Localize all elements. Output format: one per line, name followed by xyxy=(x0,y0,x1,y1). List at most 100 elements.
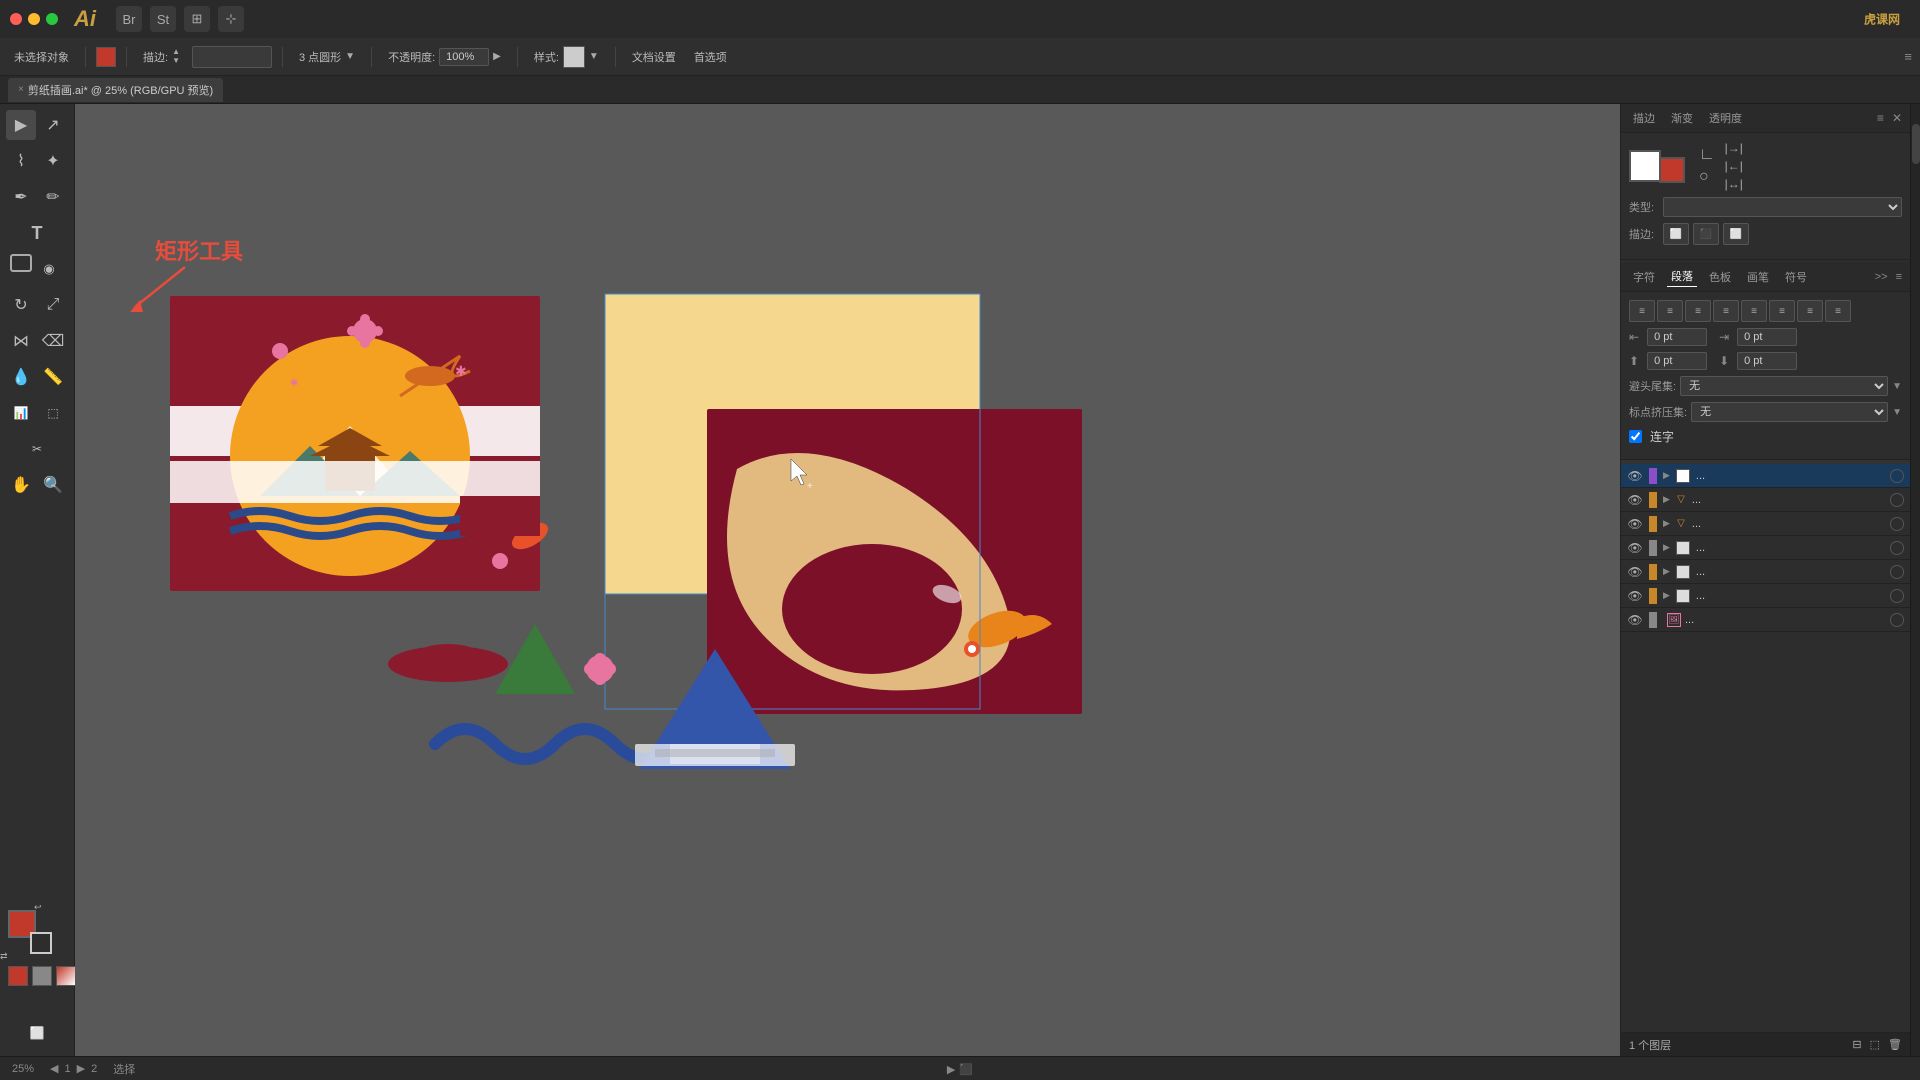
stroke-color-box[interactable] xyxy=(30,932,52,954)
document-tab[interactable]: × 剪纸插画.ai* @ 25% (RGB/GPU 预览) xyxy=(8,78,223,102)
pencil-tool[interactable]: ✏ xyxy=(38,182,68,212)
layer-5-eye[interactable]: 👁 xyxy=(1627,564,1643,580)
layer-3-target[interactable] xyxy=(1890,517,1904,531)
measure-tool[interactable]: 📏 xyxy=(38,362,68,392)
stroke-tab[interactable]: 描边 xyxy=(1629,108,1659,128)
delete-layer-icon[interactable]: 🗑 xyxy=(1888,1038,1902,1051)
swap-colors[interactable]: ⇄ xyxy=(0,951,8,962)
slice-tool[interactable]: ✂ xyxy=(22,434,52,464)
tab-close-button[interactable]: × xyxy=(18,84,24,95)
doc-setup-button[interactable]: 文档设置 xyxy=(626,47,682,67)
stroke-adjust[interactable]: ▲ ▼ xyxy=(172,48,180,65)
align-right[interactable]: ≡ xyxy=(1685,300,1711,322)
rotate-tool[interactable]: ↻ xyxy=(6,290,36,320)
compress-dropdown-arrow[interactable]: ▼ xyxy=(1892,407,1902,418)
layer-1-target[interactable] xyxy=(1890,469,1904,483)
para-tab[interactable]: 段落 xyxy=(1667,266,1697,287)
opacity-input[interactable] xyxy=(439,48,489,66)
indent-left-input[interactable] xyxy=(1647,328,1707,346)
hyphen-select[interactable]: 无 xyxy=(1680,376,1888,396)
gradient-mode-btn[interactable] xyxy=(56,966,76,986)
layer-5-expand[interactable]: ▶ xyxy=(1663,566,1670,577)
artboard-tool[interactable]: ⬚ xyxy=(38,398,68,428)
stroke-cap-3[interactable]: |↔| xyxy=(1725,177,1743,191)
panel-menu-icon[interactable]: ≡ xyxy=(1877,111,1884,125)
layer-1-eye[interactable]: 👁 xyxy=(1627,468,1643,484)
next-page-btn[interactable]: ▶ xyxy=(77,1062,85,1075)
hyphen-dropdown-arrow[interactable]: ▼ xyxy=(1892,381,1902,392)
transform-tool[interactable]: ⤢ xyxy=(38,290,68,320)
expand-icon[interactable]: >> xyxy=(1875,271,1888,283)
blend-tool[interactable]: ⋈ xyxy=(6,326,36,356)
stroke-cap-1[interactable]: |→| xyxy=(1725,141,1743,155)
layer-2-target[interactable] xyxy=(1890,493,1904,507)
align-justify-all[interactable]: ≡ xyxy=(1797,300,1823,322)
none-mode-btn[interactable] xyxy=(32,966,52,986)
panel-toggle-icon[interactable]: ≡ xyxy=(1904,49,1912,64)
discover-icon[interactable]: ⊹ xyxy=(218,6,244,32)
layer-item-3[interactable]: 👁 ▶ ▽ ... xyxy=(1621,512,1910,536)
play-btn[interactable]: ▶ xyxy=(947,1063,955,1076)
style-arrow[interactable]: ▼ xyxy=(589,51,599,62)
layer-item-7[interactable]: 👁 🖼 ... xyxy=(1621,608,1910,632)
type-tool[interactable]: T xyxy=(22,218,52,248)
stroke-color-area[interactable] xyxy=(192,46,272,68)
compress-select[interactable]: 无 xyxy=(1691,402,1888,422)
ellipse-tool[interactable]: ◉ xyxy=(34,254,64,284)
char-tab[interactable]: 字符 xyxy=(1629,267,1659,287)
close-button[interactable] xyxy=(10,13,22,25)
layer-6-expand[interactable]: ▶ xyxy=(1663,590,1670,601)
layer-2-eye[interactable]: 👁 xyxy=(1627,492,1643,508)
canvas-area[interactable]: 矩形工具 xyxy=(75,104,1620,1056)
space-after-input[interactable] xyxy=(1737,352,1797,370)
layer-item-4[interactable]: 👁 ▶ ... xyxy=(1621,536,1910,560)
layer-4-eye[interactable]: 👁 xyxy=(1627,540,1643,556)
layer-7-target[interactable] xyxy=(1890,613,1904,627)
stroke-cap-2[interactable]: |←| xyxy=(1725,159,1743,173)
align-justify-center[interactable]: ≡ xyxy=(1741,300,1767,322)
stroke-width-selector[interactable]: 3 点圆形 ▼ xyxy=(293,47,361,67)
place-tool[interactable]: ⬜ xyxy=(22,1018,52,1048)
layer-4-expand[interactable]: ▶ xyxy=(1663,542,1670,553)
opacity-arrow[interactable]: ▶ xyxy=(493,51,501,62)
indent-right-input[interactable] xyxy=(1737,328,1797,346)
right-scrollbar[interactable] xyxy=(1910,104,1920,1056)
layer-7-eye[interactable]: 👁 xyxy=(1627,612,1643,628)
style-preview[interactable] xyxy=(563,46,585,68)
para-menu-icon[interactable]: ≡ xyxy=(1896,271,1902,283)
layer-3-eye[interactable]: 👁 xyxy=(1627,516,1643,532)
align-justify-force[interactable]: ≡ xyxy=(1825,300,1851,322)
layer-6-eye[interactable]: 👁 xyxy=(1627,588,1643,604)
graph-tool[interactable]: 📊 xyxy=(6,398,36,428)
layer-1-expand[interactable]: ▶ xyxy=(1663,470,1670,481)
transparency-tab[interactable]: 透明度 xyxy=(1705,108,1746,128)
align-justify-left[interactable]: ≡ xyxy=(1713,300,1739,322)
rectangle-tool[interactable] xyxy=(10,254,32,272)
space-before-input[interactable] xyxy=(1647,352,1707,370)
layer-item-1[interactable]: 👁 ▶ ... xyxy=(1621,464,1910,488)
ligature-checkbox[interactable] xyxy=(1629,430,1642,443)
layer-2-expand[interactable]: ▶ xyxy=(1663,494,1670,505)
symbol-tab[interactable]: 符号 xyxy=(1781,267,1811,287)
fill-mode-btn[interactable] xyxy=(8,966,28,986)
layer-3-expand[interactable]: ▶ xyxy=(1663,518,1670,529)
stroke-align-center[interactable]: ⬜ xyxy=(1663,223,1689,245)
panel-stroke-swatch[interactable] xyxy=(1659,157,1685,183)
layer-5-target[interactable] xyxy=(1890,565,1904,579)
preferences-button[interactable]: 首选项 xyxy=(688,47,733,67)
stroke-align-inside[interactable]: ⬛ xyxy=(1693,223,1719,245)
layer-item-2[interactable]: 👁 ▶ ▽ ... xyxy=(1621,488,1910,512)
hand-tool[interactable]: ✋ xyxy=(6,470,36,500)
minimize-button[interactable] xyxy=(28,13,40,25)
align-center[interactable]: ≡ xyxy=(1657,300,1683,322)
bridge-icon[interactable]: Br xyxy=(116,6,142,32)
align-left[interactable]: ≡ xyxy=(1629,300,1655,322)
stock-icon[interactable]: St xyxy=(150,6,176,32)
eraser-tool[interactable]: ⌫ xyxy=(38,326,68,356)
create-new-layer-icon[interactable]: ⬚ xyxy=(1870,1038,1880,1051)
layer-4-target[interactable] xyxy=(1890,541,1904,555)
pen-tool[interactable]: ✒ xyxy=(6,182,36,212)
select-tool[interactable]: ▶ xyxy=(6,110,36,140)
align-justify-right[interactable]: ≡ xyxy=(1769,300,1795,322)
type-select[interactable] xyxy=(1663,197,1902,217)
